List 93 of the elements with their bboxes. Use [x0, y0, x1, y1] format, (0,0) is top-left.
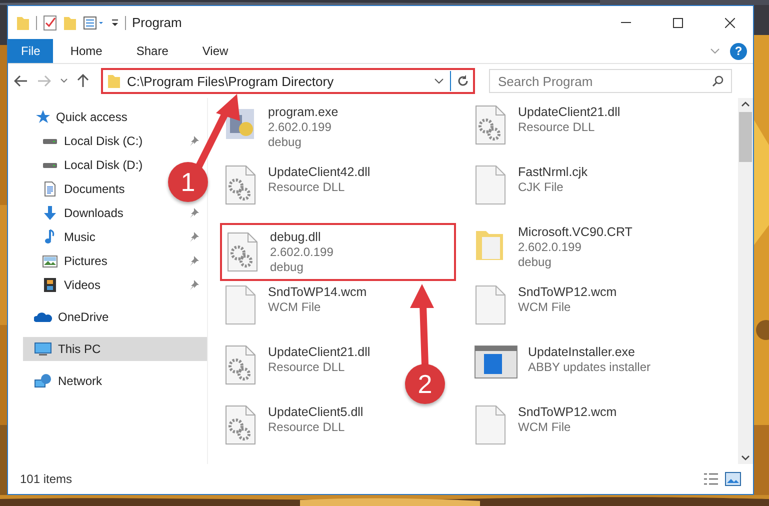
- file-detail: WCM File: [518, 420, 572, 434]
- gear-file-icon: [474, 105, 508, 145]
- file-detail: debug: [268, 135, 302, 149]
- ribbon-tab[interactable]: Home: [53, 39, 120, 63]
- file-item[interactable]: debug.dll 2.602.0.199 debug: [220, 223, 456, 281]
- window-title: Program: [132, 15, 182, 30]
- drive-icon: [43, 138, 57, 144]
- minimize-icon: [621, 22, 631, 23]
- file-item[interactable]: Microsoft.VC90.CRT 2.602.0.199 debug: [470, 223, 636, 283]
- gear-file-icon: [226, 232, 260, 272]
- file-icon: [474, 165, 508, 205]
- star-icon: [34, 109, 50, 125]
- film-icon: [42, 277, 58, 293]
- pictures-icon: [42, 253, 58, 269]
- monitor-icon: [34, 341, 52, 357]
- file-item[interactable]: UpdateClient21.dll Resource DLL: [470, 103, 624, 163]
- document-icon: [42, 181, 58, 197]
- file-name: UpdateInstaller.exe: [528, 345, 636, 359]
- ribbon-tab[interactable]: View: [185, 39, 246, 63]
- file-detail: Resource DLL: [268, 180, 346, 194]
- back-arrow-icon[interactable]: [14, 75, 28, 87]
- file-name: UpdateClient42.dll: [268, 165, 370, 179]
- gear-file-icon: [224, 165, 258, 205]
- file-name: UpdateClient21.dll: [268, 345, 370, 359]
- properties-icon[interactable]: [83, 14, 105, 30]
- help-button[interactable]: ?: [730, 42, 747, 60]
- file-name: SndToWP14.wcm: [268, 285, 367, 299]
- gear-file-icon: [224, 405, 258, 445]
- drive-icon: [43, 162, 57, 168]
- file-item[interactable]: SndToWP14.wcm WCM File: [220, 283, 371, 343]
- chevron-down-icon[interactable]: [434, 78, 444, 84]
- file-detail: Resource DLL: [518, 120, 596, 134]
- search-field[interactable]: Search Program: [489, 69, 732, 93]
- file-detail: ABBY updates installer: [528, 360, 651, 374]
- file-detail: WCM File: [268, 300, 322, 314]
- sidebar-item[interactable]: Local Disk (D:): [8, 153, 147, 177]
- file-detail: CJK File: [518, 180, 564, 194]
- close-icon: [725, 18, 735, 28]
- address-bar[interactable]: C:\Program Files\Program Directory: [101, 68, 475, 94]
- file-name: debug.dll: [270, 230, 322, 244]
- file-name: UpdateClient21.dll: [518, 105, 620, 119]
- large-icons-view-icon[interactable]: [725, 472, 741, 486]
- gear-file-icon: [224, 345, 258, 385]
- file-item[interactable]: UpdateInstaller.exe ABBY updates installer: [470, 343, 655, 403]
- file-detail: debug: [270, 260, 304, 274]
- file-name: program.exe: [268, 105, 338, 119]
- file-detail: WCM File: [518, 300, 572, 314]
- maximize-icon: [673, 18, 683, 28]
- sidebar-item[interactable]: Local Disk (C:): [8, 129, 207, 153]
- file-detail: Resource DLL: [268, 360, 346, 374]
- sidebar-item[interactable]: Documents: [8, 177, 129, 201]
- file-item[interactable]: FastNrml.cjk CJK File: [470, 163, 592, 223]
- sidebar-item[interactable]: OneDrive: [8, 305, 113, 329]
- file-item[interactable]: UpdateClient42.dll Resource DLL: [220, 163, 374, 223]
- sidebar-item[interactable]: Downloads: [8, 201, 207, 225]
- file-icon: [224, 285, 258, 325]
- checklist-icon[interactable]: [43, 14, 57, 30]
- file-icon: [474, 285, 508, 325]
- network-icon: [34, 373, 52, 389]
- sidebar-item[interactable]: Pictures: [8, 249, 207, 273]
- installer-icon: [474, 345, 518, 379]
- file-icon: [474, 405, 508, 445]
- file-item[interactable]: SndToWP12.wcm WCM File: [470, 403, 621, 463]
- sidebar-item[interactable]: Quick access: [8, 105, 132, 129]
- sidebar-item[interactable]: This PC: [23, 337, 207, 361]
- ribbon-tab[interactable]: Share: [119, 39, 186, 63]
- chevron-down-icon[interactable]: [60, 78, 68, 84]
- ribbon-tab[interactable]: File: [8, 39, 54, 63]
- download-arrow-icon: [42, 205, 58, 221]
- up-arrow-icon[interactable]: [77, 74, 89, 88]
- file-name: SndToWP12.wcm: [518, 285, 617, 299]
- details-view-icon[interactable]: [703, 472, 719, 486]
- file-name: FastNrml.cjk: [518, 165, 588, 179]
- file-item[interactable]: UpdateClient5.dll Resource DLL: [220, 403, 368, 463]
- sidebar-item[interactable]: Music: [8, 225, 207, 249]
- folder-icon: [107, 73, 121, 89]
- sidebar-item[interactable]: Network: [8, 369, 106, 393]
- item-count: 101 items: [20, 472, 72, 486]
- file-item[interactable]: UpdateClient21.dll Resource DLL: [220, 343, 374, 403]
- sidebar-item[interactable]: Videos: [8, 273, 207, 297]
- scrollbar-thumb[interactable]: [739, 112, 752, 162]
- file-detail: Resource DLL: [268, 420, 346, 434]
- file-item[interactable]: SndToWP12.wcm WCM File: [470, 283, 621, 343]
- file-name: Microsoft.VC90.CRT: [518, 225, 632, 239]
- file-detail: debug: [518, 255, 552, 269]
- file-detail: 2.602.0.199: [518, 240, 582, 254]
- file-detail: 2.602.0.199: [268, 120, 332, 134]
- file-name: SndToWP12.wcm: [518, 405, 617, 419]
- file-detail: 2.602.0.199: [270, 245, 334, 259]
- search-icon: [712, 75, 724, 87]
- dropdown-icon[interactable]: [111, 18, 119, 28]
- refresh-icon[interactable]: [457, 75, 469, 87]
- file-name: UpdateClient5.dll: [268, 405, 364, 419]
